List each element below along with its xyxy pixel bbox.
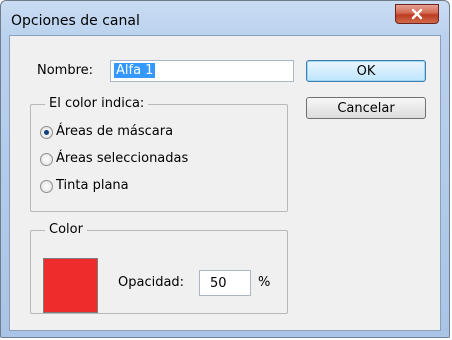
cancel-button[interactable]: Cancelar — [306, 97, 426, 119]
radio-selected-areas-label[interactable]: Áreas seleccionadas — [56, 151, 188, 166]
color-group-legend: Color — [45, 222, 87, 237]
close-button[interactable] — [395, 4, 439, 24]
dialog-title: Opciones de canal — [11, 13, 140, 29]
radio-mask-areas[interactable] — [40, 126, 53, 139]
opacity-unit: % — [258, 275, 271, 290]
title-bar[interactable]: Opciones de canal — [1, 1, 449, 35]
ok-button[interactable]: OK — [306, 60, 426, 82]
close-icon — [411, 8, 423, 20]
radio-mask-areas-label[interactable]: Áreas de máscara — [56, 124, 173, 139]
name-input-value: Alfa 1 — [114, 63, 156, 78]
radio-spot-color-label[interactable]: Tinta plana — [56, 178, 129, 193]
color-swatch[interactable] — [43, 258, 98, 313]
radio-selected-areas[interactable] — [40, 153, 53, 166]
name-input[interactable]: Alfa 1 — [110, 60, 294, 82]
opacity-label: Opacidad: — [118, 275, 185, 290]
color-indicates-legend: El color indica: — [45, 96, 149, 111]
name-label: Nombre: — [37, 63, 94, 78]
radio-spot-color[interactable] — [40, 180, 53, 193]
opacity-input[interactable]: 50 — [199, 270, 251, 296]
